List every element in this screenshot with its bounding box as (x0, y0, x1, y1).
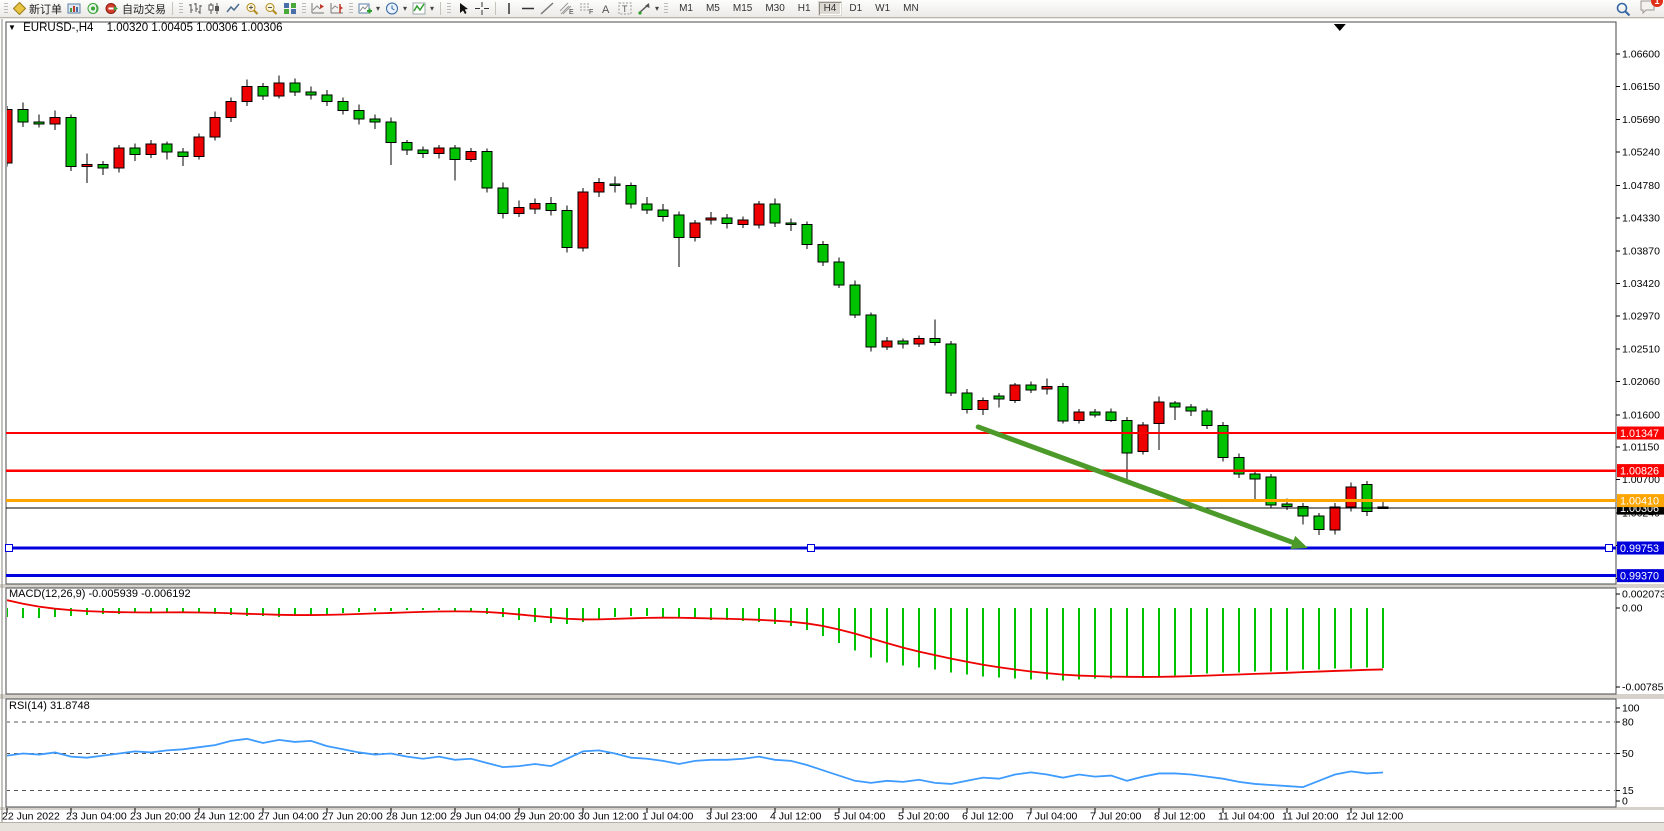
candlestick-chart-type-button[interactable] (205, 1, 223, 17)
zoom-in-icon (245, 2, 259, 15)
auto-scroll-icon (311, 2, 325, 15)
timeframe-D1[interactable]: D1 (843, 1, 868, 16)
collapse-caret-icon[interactable]: ▼ (8, 23, 16, 32)
tile-windows-icon (283, 2, 297, 15)
crosshair-icon (475, 2, 489, 15)
auto-scroll-button[interactable] (309, 1, 327, 17)
text-tool-button[interactable]: A (597, 1, 615, 17)
timeframe-M1[interactable]: M1 (673, 1, 699, 16)
rsi-panel-area[interactable] (6, 699, 1616, 807)
vertical-line-tool-button[interactable] (500, 1, 518, 17)
text-glyph: A (602, 4, 610, 15)
channel-icon: E (559, 2, 574, 15)
toolbar-grip[interactable] (349, 3, 353, 15)
search-icon (1616, 2, 1631, 16)
trendline-tool-button[interactable] (538, 1, 556, 17)
toolbar-grip[interactable] (4, 3, 8, 15)
vertical-line-icon (504, 2, 514, 15)
bar-chart-type-button[interactable] (186, 1, 204, 17)
auto-trading-button[interactable]: 自动交易 (103, 1, 168, 17)
new-chart-button[interactable]: ▾ (356, 1, 382, 17)
search-button[interactable] (1614, 1, 1633, 17)
chart-symbol-period: EURUSD-,H4 (23, 22, 93, 34)
macd-panel-area[interactable] (6, 588, 1616, 694)
new-order-label: 新订单 (29, 1, 62, 17)
timeframe-M15[interactable]: M15 (727, 1, 758, 16)
dropdown-caret-icon: ▾ (376, 4, 380, 13)
chart-window-icon (67, 2, 81, 15)
indicators-icon (412, 2, 426, 15)
chart-shift-button[interactable] (328, 1, 346, 17)
dropdown-caret-icon: ▾ (430, 4, 434, 13)
cursor-icon (457, 2, 469, 15)
clock-icon (385, 2, 399, 15)
tile-windows-button[interactable] (281, 1, 299, 17)
time-axis-area[interactable] (0, 808, 1610, 822)
zoom-out-button[interactable] (262, 1, 280, 17)
toolbar-grip[interactable] (179, 3, 183, 15)
toolbar-separator (172, 2, 173, 15)
fibonacci-icon: F (579, 2, 594, 15)
signal-sound-icon (86, 2, 100, 15)
chart-ohlc-values: 1.00320 1.00405 1.00306 1.00306 (107, 22, 283, 34)
equidistant-channel-tool-button[interactable]: E (557, 1, 576, 17)
rsi-indicator-label: RSI(14) 31.8748 (9, 700, 90, 712)
price-axis-area[interactable] (1616, 22, 1664, 810)
new-order-button[interactable]: 新订单 (11, 1, 64, 17)
timeframe-M5[interactable]: M5 (700, 1, 726, 16)
fibonacci-glyph: F (589, 9, 593, 15)
new-order-icon (13, 2, 26, 15)
toolbar-separator (495, 2, 496, 15)
text-label-icon: T (618, 2, 632, 15)
timeframe-M30[interactable]: M30 (759, 1, 790, 16)
auto-trading-label: 自动交易 (122, 1, 166, 17)
zoom-out-icon (264, 2, 278, 15)
toolbar-separator (440, 2, 441, 15)
timeframe-H1[interactable]: H1 (792, 1, 817, 16)
dropdown-caret-icon: ▾ (403, 4, 407, 13)
chart-canvas: 1.066001.061501.056901.052401.047801.043… (0, 0, 1664, 830)
indicators-button[interactable]: ▾ (410, 1, 436, 17)
text-icon: A (600, 2, 612, 15)
market-watch-button[interactable] (65, 1, 83, 17)
line-chart-icon (226, 2, 240, 15)
channel-glyph: E (569, 9, 574, 15)
crosshair-tool-button[interactable] (473, 1, 491, 17)
toolbar-grip[interactable] (302, 3, 306, 15)
notifications-button[interactable]: 1 (1639, 0, 1656, 19)
horizontal-line-icon (521, 2, 535, 15)
chart-shift-icon (330, 2, 344, 15)
toolbar: 新订单 自动交易 ▾ ▾ ▾ (0, 0, 1664, 18)
chart-title: ▼ EURUSD-,H4 1.00320 1.00405 1.00306 1.0… (8, 22, 283, 34)
shapes-tool-button[interactable]: ▾ (635, 1, 661, 17)
toolbar-grip[interactable] (447, 3, 451, 15)
text-label-tool-button[interactable]: T (616, 1, 634, 17)
candlestick-icon (207, 2, 221, 15)
trendline-icon (540, 2, 554, 15)
zoom-in-button[interactable] (243, 1, 261, 17)
timeframe-MN[interactable]: MN (897, 1, 925, 16)
fibonacci-tool-button[interactable]: F (577, 1, 596, 17)
timeframe-strip: M1M5M15M30H1H4D1W1MN (673, 1, 925, 16)
cursor-tool-button[interactable] (454, 1, 472, 17)
new-chart-icon (358, 2, 372, 15)
ohlc-bars-icon (188, 2, 202, 15)
line-chart-type-button[interactable] (224, 1, 242, 17)
period-selector-button[interactable]: ▾ (383, 1, 409, 17)
timeframe-W1[interactable]: W1 (869, 1, 896, 16)
notification-badge: 1 (1651, 0, 1663, 7)
auto-trading-icon (105, 2, 119, 15)
toolbar-grip[interactable] (664, 3, 668, 15)
dropdown-caret-icon: ▾ (655, 4, 659, 13)
shapes-arrow-icon (637, 2, 651, 15)
main-chart-area[interactable] (6, 22, 1616, 584)
signals-button[interactable] (84, 1, 102, 17)
timeframe-H4[interactable]: H4 (818, 1, 843, 16)
label-glyph: T (622, 4, 628, 14)
macd-indicator-label: MACD(12,26,9) -0.005939 -0.006192 (9, 588, 191, 600)
horizontal-line-tool-button[interactable] (519, 1, 537, 17)
